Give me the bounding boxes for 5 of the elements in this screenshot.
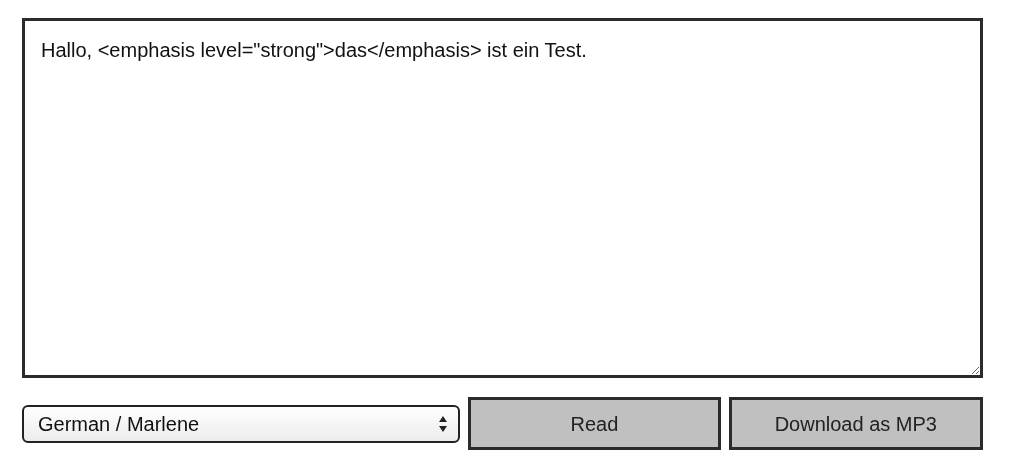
download-button[interactable]: Download as MP3 (728, 397, 983, 450)
read-button[interactable]: Read (468, 397, 721, 450)
voice-select[interactable]: German / Marlene (22, 404, 461, 443)
text-input-area[interactable]: Hallo, <emphasis level="strong">das</emphasis> ist ein Test. (22, 18, 983, 378)
up-down-arrows-icon (438, 414, 449, 433)
